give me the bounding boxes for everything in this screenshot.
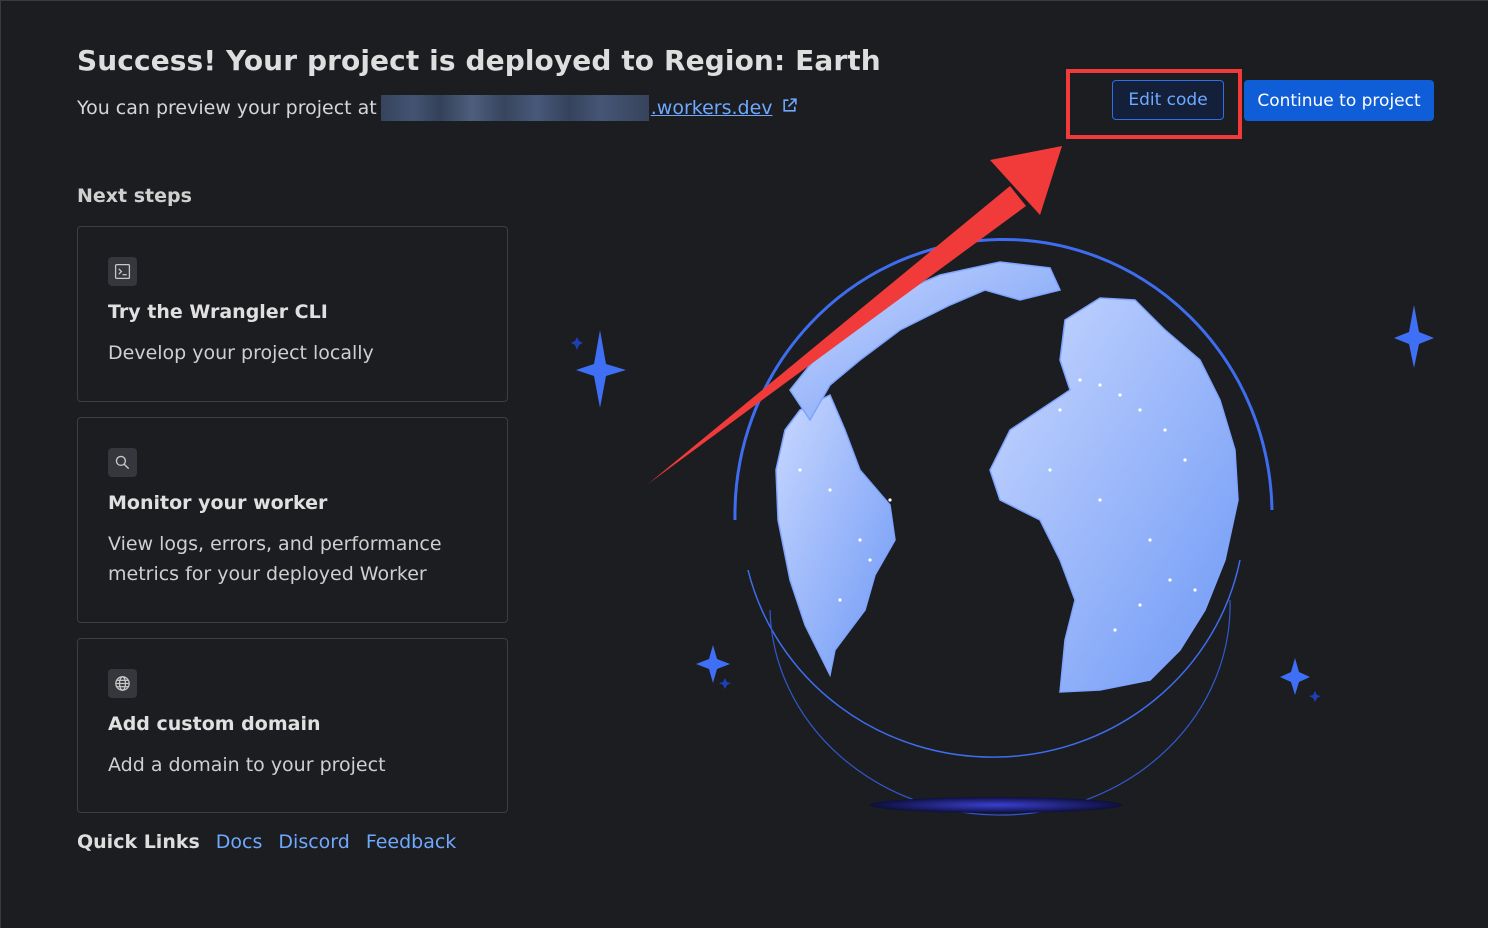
continent-africa-europe: [989, 297, 1239, 693]
continent-south-america: [775, 393, 896, 678]
sparkle-decorations: [571, 305, 1434, 702]
globe-illustration: [571, 146, 1434, 816]
globe-shadow: [870, 797, 1122, 813]
annotation-arrow: [648, 146, 1062, 484]
